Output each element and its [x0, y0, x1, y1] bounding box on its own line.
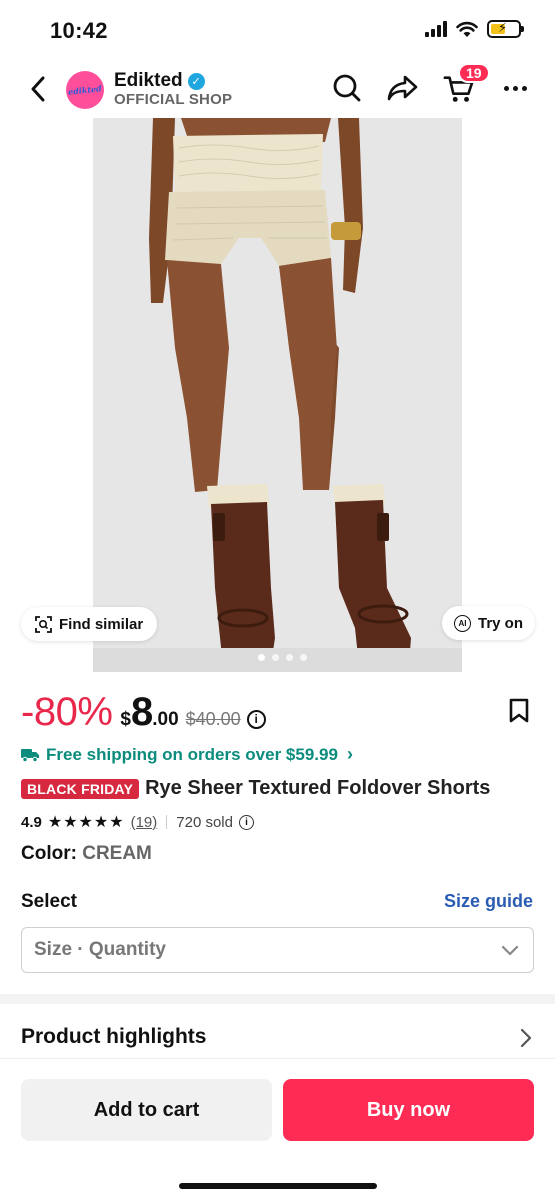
sold-info-icon[interactable]: i — [238, 814, 254, 830]
more-options-icon[interactable] — [504, 86, 527, 91]
try-on-button[interactable]: AI Try on — [442, 606, 536, 640]
verified-badge-icon: ✓ — [187, 72, 205, 90]
star-rating-icon: ★★★★★ — [47, 814, 125, 831]
product-photo — [93, 118, 462, 672]
review-count[interactable]: (19) — [131, 814, 158, 831]
price-currency: $ — [120, 709, 131, 730]
shop-label: OFFICIAL SHOP — [114, 91, 233, 108]
chevron-right-icon[interactable] — [519, 1028, 533, 1048]
share-icon — [387, 75, 418, 101]
product-image[interactable] — [93, 118, 462, 672]
image-pagination — [258, 654, 307, 661]
chevron-right-icon: › — [346, 744, 353, 764]
divider — [166, 815, 168, 829]
cart-count-badge: 19 — [458, 63, 490, 83]
scan-icon — [35, 615, 52, 633]
find-similar-label: Find similar — [59, 615, 144, 633]
size-guide-link[interactable]: Size guide — [444, 891, 533, 912]
section-divider — [0, 994, 555, 1004]
ai-try-on-icon: AI — [454, 614, 471, 632]
price-integer: 8 — [130, 690, 153, 734]
pagination-dot-3 — [286, 654, 293, 661]
original-price: $40.00 — [185, 709, 241, 729]
size-quantity-select[interactable]: Size · Quantity — [21, 927, 534, 973]
save-button[interactable] — [508, 698, 532, 724]
shipping-text: Free shipping on orders over $59.99 — [46, 744, 338, 764]
select-label: Select — [21, 891, 77, 912]
price-decimal: .00 — [152, 709, 179, 730]
search-button[interactable] — [331, 72, 363, 104]
back-icon — [31, 76, 45, 102]
top-nav: edikted Edikted ✓ OFFICIAL SHOP 19 — [0, 60, 555, 118]
status-bar: 10:42 ⚡ — [0, 0, 555, 60]
try-on-label: Try on — [478, 614, 524, 632]
color-value: CREAM — [82, 843, 152, 864]
color-label: Color: — [21, 843, 77, 864]
truck-icon — [21, 748, 39, 762]
add-to-cart-button[interactable]: Add to cart — [21, 1079, 272, 1141]
product-highlights-title[interactable]: Product highlights — [21, 1025, 206, 1049]
pagination-dot-2 — [272, 654, 279, 661]
find-similar-button[interactable]: Find similar — [21, 607, 158, 641]
pagination-dot-1 — [258, 654, 265, 661]
sold-count: 720 sold — [176, 813, 233, 831]
price-info-icon[interactable]: i — [246, 709, 266, 729]
buy-now-button[interactable]: Buy now — [283, 1079, 534, 1141]
shop-logo: edikted — [67, 83, 103, 97]
rating-row[interactable]: 4.9 ★★★★★ (19) 720 sold i — [21, 812, 254, 832]
free-shipping-banner[interactable]: Free shipping on orders over $59.99 › — [21, 744, 353, 765]
size-select-placeholder: Size · Quantity — [34, 939, 166, 960]
wifi-icon — [456, 21, 478, 37]
pagination-dot-4 — [300, 654, 307, 661]
cellular-signal-icon — [425, 21, 447, 37]
share-button[interactable] — [387, 72, 419, 104]
bottom-action-bar: Add to cart Buy now — [0, 1058, 555, 1200]
shop-name-text: Edikted — [114, 70, 183, 91]
color-row: Color: CREAM — [21, 843, 152, 865]
black-friday-badge: BLACK FRIDAY — [21, 778, 140, 799]
status-time: 10:42 — [50, 18, 108, 43]
discount-percent: -80% — [21, 690, 113, 734]
search-icon — [333, 74, 361, 102]
home-indicator[interactable] — [179, 1183, 377, 1189]
product-title-row: BLACK FRIDAY Rye Sheer Textured Foldover… — [21, 777, 490, 800]
product-title: Rye Sheer Textured Foldover Shorts — [145, 777, 491, 799]
price-row: -80% $ 8 .00 $40.00 i — [21, 690, 266, 735]
rating-value: 4.9 — [21, 813, 42, 831]
shop-avatar[interactable]: edikted — [66, 71, 104, 109]
battery-icon: ⚡ — [487, 20, 524, 38]
shop-name[interactable]: Edikted ✓ — [114, 70, 205, 92]
chevron-down-icon — [501, 945, 519, 956]
bookmark-icon — [509, 698, 529, 723]
back-button[interactable] — [24, 74, 52, 104]
status-icons: ⚡ — [425, 20, 524, 38]
